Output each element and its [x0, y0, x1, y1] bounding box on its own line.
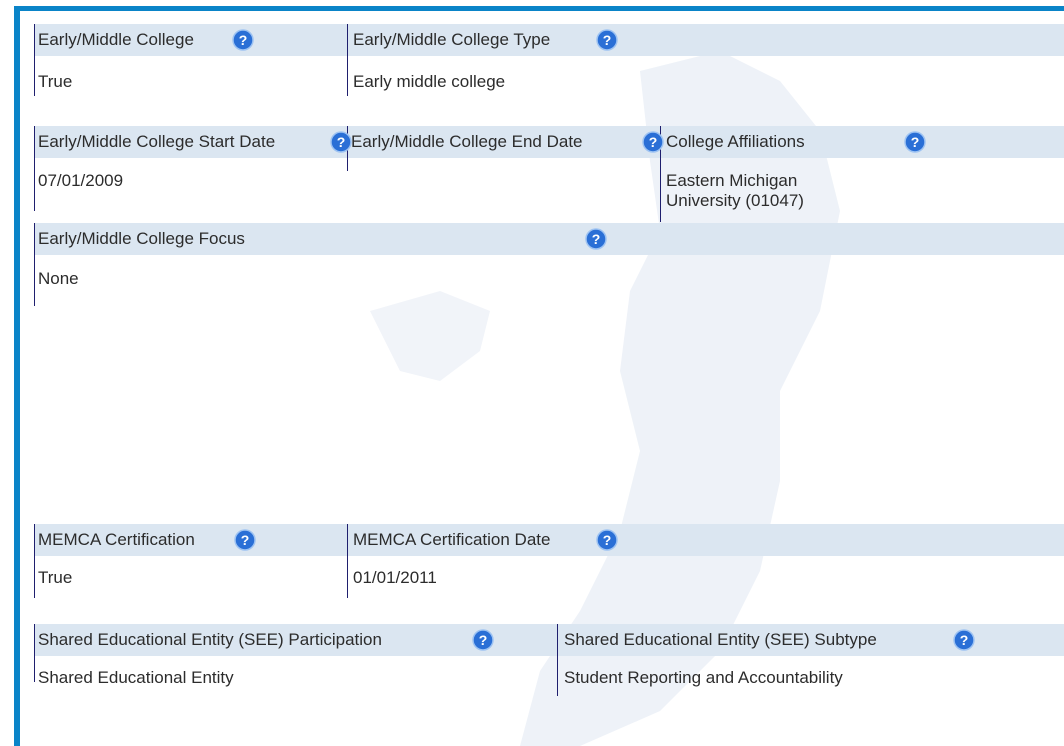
- help-icon[interactable]: ?: [472, 629, 494, 651]
- svg-text:?: ?: [603, 532, 612, 548]
- early-middle-college-value: True: [38, 72, 73, 91]
- help-icon[interactable]: ?: [330, 131, 352, 153]
- emc-end-date-label: Early/Middle College End Date: [351, 132, 583, 151]
- svg-text:?: ?: [337, 134, 346, 150]
- see-subtype-value: Student Reporting and Accountability: [564, 668, 843, 687]
- see-participation-value: Shared Educational Entity: [38, 668, 234, 687]
- help-icon[interactable]: ?: [596, 529, 618, 551]
- help-icon[interactable]: ?: [585, 228, 607, 250]
- emc-focus-value: None: [38, 269, 79, 288]
- help-icon[interactable]: ?: [232, 29, 254, 51]
- divider: [34, 126, 35, 211]
- college-affiliations-value-line1: Eastern Michigan: [666, 171, 798, 190]
- details-panel: Early/Middle College ? Early/Middle Coll…: [20, 11, 1064, 746]
- details-frame: Early/Middle College ? Early/Middle Coll…: [0, 0, 1064, 746]
- emc-start-date-label: Early/Middle College Start Date: [38, 132, 276, 151]
- divider: [34, 524, 35, 598]
- svg-text:?: ?: [592, 231, 601, 247]
- divider: [347, 24, 348, 96]
- divider: [34, 624, 35, 682]
- svg-text:?: ?: [649, 134, 658, 150]
- svg-text:?: ?: [603, 32, 612, 48]
- help-icon[interactable]: ?: [596, 29, 618, 51]
- college-affiliations-label: College Affiliations: [666, 132, 805, 151]
- help-icon[interactable]: ?: [953, 629, 975, 651]
- svg-text:?: ?: [241, 532, 250, 548]
- see-participation-label: Shared Educational Entity (SEE) Particip…: [38, 630, 382, 649]
- divider: [34, 24, 35, 96]
- svg-text:?: ?: [239, 32, 248, 48]
- see-subtype-label: Shared Educational Entity (SEE) Subtype: [564, 630, 877, 649]
- memca-certification-value: True: [38, 568, 73, 587]
- help-icon[interactable]: ?: [234, 529, 256, 551]
- svg-text:?: ?: [479, 632, 488, 648]
- svg-text:?: ?: [911, 134, 920, 150]
- memca-certification-date-value: 01/01/2011: [353, 568, 437, 587]
- emc-start-date-value: 07/01/2009: [38, 171, 124, 190]
- early-middle-college-type-label: Early/Middle College Type: [353, 30, 551, 49]
- divider: [347, 524, 348, 598]
- early-middle-college-type-value: Early middle college: [353, 72, 506, 91]
- svg-text:?: ?: [960, 632, 969, 648]
- emc-focus-label: Early/Middle College Focus: [38, 229, 245, 248]
- college-affiliations-value-line2: University (01047): [666, 191, 804, 210]
- divider: [557, 624, 558, 696]
- early-middle-college-label: Early/Middle College: [38, 30, 194, 49]
- divider: [34, 223, 35, 306]
- help-icon[interactable]: ?: [642, 131, 664, 153]
- help-icon[interactable]: ?: [904, 131, 926, 153]
- memca-certification-label: MEMCA Certification: [38, 530, 195, 549]
- memca-certification-date-label: MEMCA Certification Date: [353, 530, 551, 549]
